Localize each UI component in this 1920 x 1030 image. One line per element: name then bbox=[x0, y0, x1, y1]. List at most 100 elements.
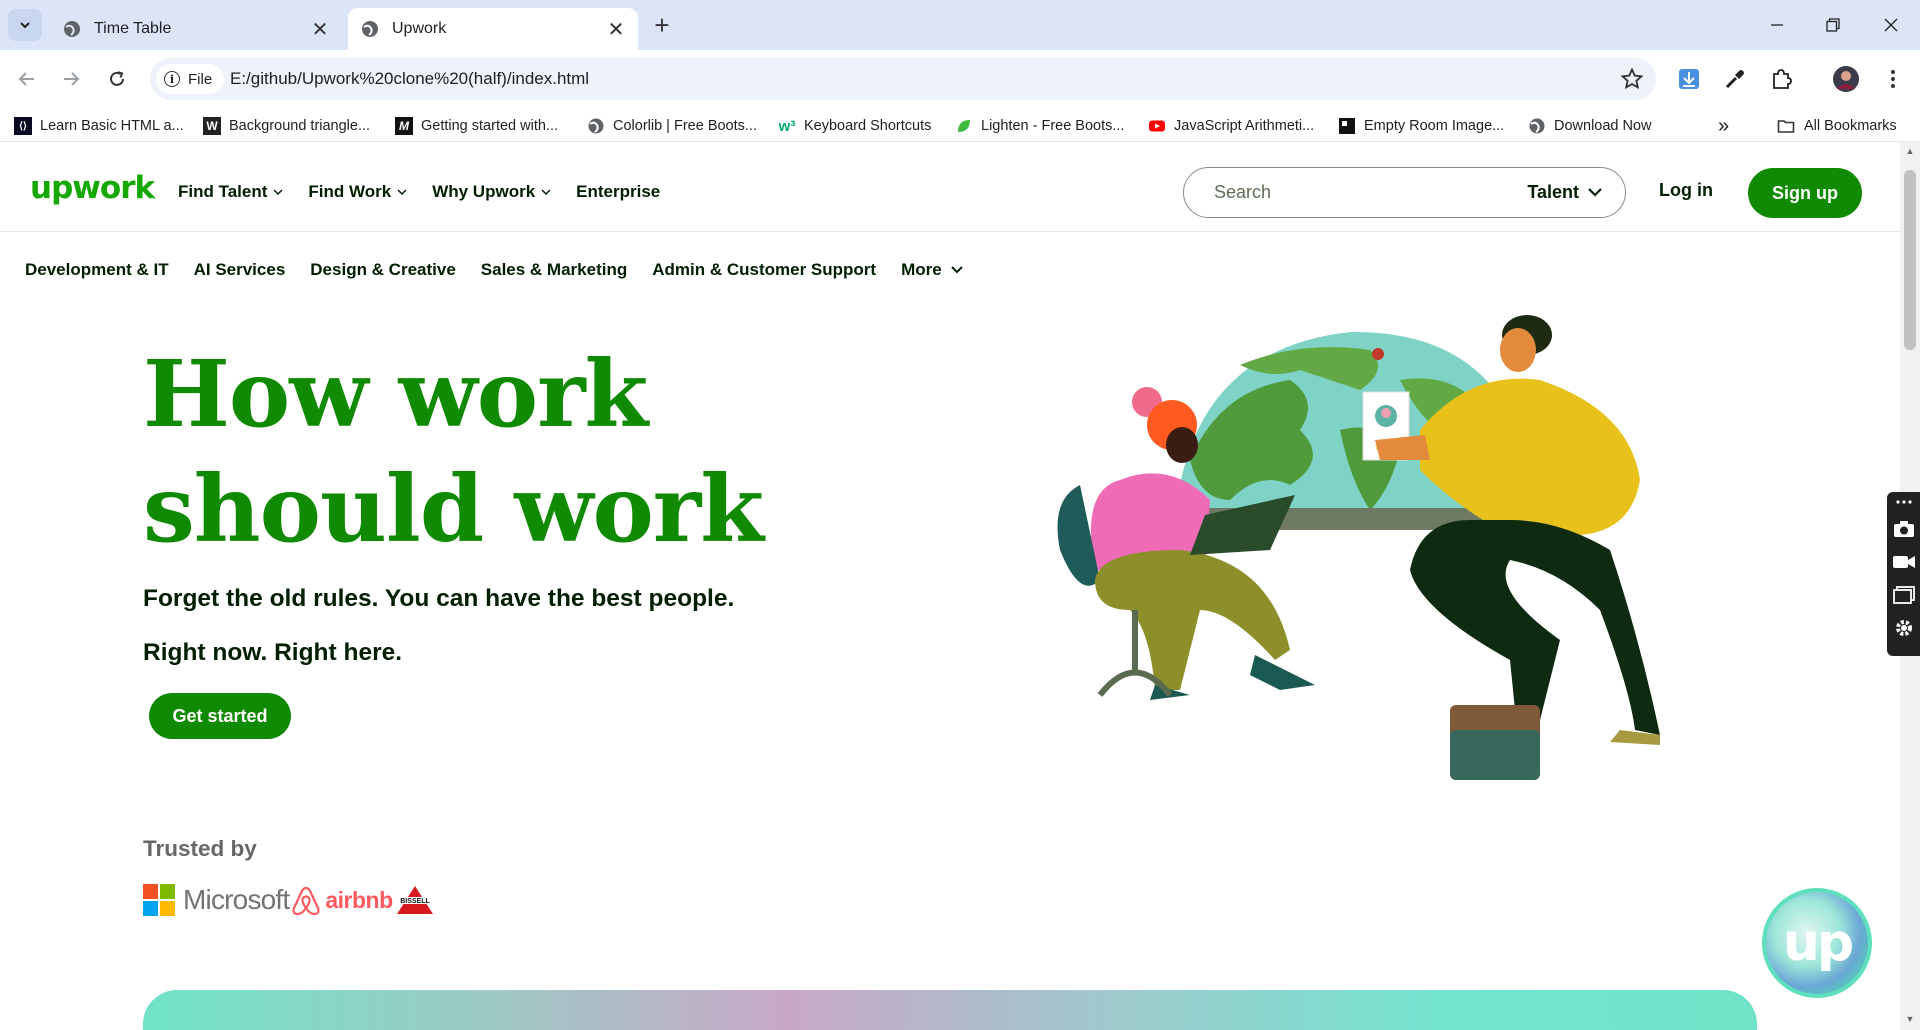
tab-time-table[interactable]: Time Table ✕ bbox=[50, 8, 342, 50]
get-started-button[interactable]: Get started bbox=[149, 693, 291, 739]
category-nav: Development & IT AI Services Design & Cr… bbox=[25, 260, 964, 280]
folder-icon bbox=[1777, 120, 1795, 133]
site-info-chip[interactable]: i File bbox=[156, 64, 225, 94]
settings-gear-icon[interactable] bbox=[1887, 611, 1920, 644]
bookmark-item[interactable]: Empty Room Image... bbox=[1338, 116, 1504, 136]
url-text[interactable]: E:/github/Upwork%20clone%20(half)/index.… bbox=[230, 69, 589, 89]
arrow-right-icon bbox=[64, 72, 80, 86]
download-extension-button[interactable] bbox=[1674, 64, 1704, 94]
bookmark-label: Lighten - Free Boots... bbox=[981, 118, 1125, 134]
nav-label: Enterprise bbox=[576, 182, 661, 201]
eyedropper-icon bbox=[1725, 70, 1744, 89]
nav-why-upwork[interactable]: Why Upwork bbox=[432, 182, 551, 202]
puzzle-icon bbox=[1773, 69, 1792, 89]
hero-subtitle: Right now. Right here. bbox=[143, 639, 403, 666]
bookmark-label: Learn Basic HTML a... bbox=[40, 118, 184, 134]
download-icon bbox=[1679, 69, 1699, 89]
bookmark-star-icon[interactable] bbox=[1620, 67, 1644, 91]
forward-button[interactable] bbox=[56, 64, 86, 94]
scrollbar-thumb[interactable] bbox=[1904, 170, 1916, 350]
category-more[interactable]: More bbox=[901, 260, 964, 280]
bookmark-item[interactable]: W Background triangle... bbox=[203, 116, 370, 136]
camera-icon[interactable] bbox=[1887, 512, 1920, 545]
address-bar[interactable]: i File E:/github/Upwork%20clone%20(half)… bbox=[150, 58, 1656, 100]
signup-button[interactable]: Sign up bbox=[1748, 168, 1862, 218]
bookmark-item[interactable]: JavaScript Arithmeti... bbox=[1148, 116, 1314, 136]
nav-label: Find Work bbox=[308, 182, 392, 201]
all-bookmarks-button[interactable]: All Bookmarks bbox=[1776, 116, 1897, 136]
page-viewport: upwork Find Talent Find Work Why Upwork … bbox=[0, 142, 1900, 1030]
category-development-it[interactable]: Development & IT bbox=[25, 260, 169, 280]
nav-label: Find Talent bbox=[178, 182, 268, 201]
back-button[interactable] bbox=[12, 64, 42, 94]
tab-title: Upwork bbox=[392, 20, 447, 37]
bookmark-item[interactable]: Download Now bbox=[1528, 116, 1652, 136]
close-icon[interactable]: ✕ bbox=[602, 15, 630, 43]
category-sales-marketing[interactable]: Sales & Marketing bbox=[481, 260, 627, 280]
bookmarks-overflow-button[interactable]: » bbox=[1718, 114, 1730, 137]
upwork-chat-badge[interactable]: up bbox=[1762, 888, 1872, 998]
extensions-button[interactable] bbox=[1766, 64, 1796, 94]
search-box: Talent bbox=[1183, 167, 1626, 218]
bookmark-label: Empty Room Image... bbox=[1364, 118, 1505, 134]
more-horizontal-icon[interactable] bbox=[1887, 492, 1920, 512]
bookmark-item[interactable]: M Getting started with... bbox=[395, 116, 558, 136]
bookmark-item[interactable]: Lighten - Free Boots... bbox=[955, 116, 1124, 136]
reload-button[interactable] bbox=[102, 64, 132, 94]
search-input[interactable] bbox=[1214, 182, 1464, 203]
profile-avatar[interactable] bbox=[1831, 64, 1861, 94]
category-admin-support[interactable]: Admin & Customer Support bbox=[652, 260, 876, 280]
chevron-down-icon bbox=[20, 22, 30, 29]
close-window-button[interactable] bbox=[1876, 10, 1906, 40]
youtube-icon bbox=[1149, 120, 1165, 132]
tab-upwork[interactable]: Upwork ✕ bbox=[348, 8, 638, 50]
nav-find-work[interactable]: Find Work bbox=[308, 182, 407, 202]
bookmark-item[interactable]: Colorlib | Free Boots... bbox=[587, 116, 757, 136]
hero-title-line: How work bbox=[143, 340, 648, 448]
badge-label: up bbox=[1782, 913, 1854, 973]
browser-menu-button[interactable] bbox=[1878, 64, 1908, 94]
info-icon: i bbox=[164, 71, 180, 87]
chevron-down-icon bbox=[273, 189, 283, 196]
minimize-icon bbox=[1771, 24, 1783, 26]
category-design-creative[interactable]: Design & Creative bbox=[310, 260, 456, 280]
chevron-down-icon[interactable] bbox=[1587, 184, 1603, 200]
scroll-up-icon[interactable]: ▲ bbox=[1905, 146, 1915, 156]
minimize-button[interactable] bbox=[1762, 10, 1792, 40]
airbnb-logo: airbnb bbox=[325, 886, 393, 913]
tab-search-button[interactable] bbox=[8, 9, 42, 41]
category-ai-services[interactable]: AI Services bbox=[194, 260, 286, 280]
chevron-double-right-icon: » bbox=[1718, 114, 1730, 137]
search-scope-select[interactable]: Talent bbox=[1527, 182, 1579, 203]
new-tab-button[interactable]: + bbox=[648, 12, 676, 40]
scroll-down-icon[interactable]: ▼ bbox=[1905, 1014, 1915, 1024]
tab-title: Time Table bbox=[94, 20, 172, 37]
globe-icon bbox=[1529, 118, 1545, 134]
more-vertical-icon bbox=[1891, 70, 1895, 88]
nav-label: Why Upwork bbox=[432, 182, 536, 201]
eyedropper-extension-button[interactable] bbox=[1720, 64, 1750, 94]
restore-button[interactable] bbox=[1818, 10, 1848, 40]
bookmark-label: Keyboard Shortcuts bbox=[804, 118, 932, 134]
browser-toolbar: i File E:/github/Upwork%20clone%20(half)… bbox=[0, 50, 1920, 108]
nav-find-talent[interactable]: Find Talent bbox=[178, 182, 283, 202]
video-icon[interactable] bbox=[1887, 545, 1920, 578]
hero-subtitle: Forget the old rules. You can have the b… bbox=[143, 585, 735, 612]
promo-banner bbox=[143, 990, 1757, 1030]
globe-icon bbox=[64, 21, 80, 37]
close-icon[interactable]: ✕ bbox=[306, 15, 334, 43]
window-capture-icon[interactable] bbox=[1887, 578, 1920, 611]
trusted-logos: Microsoft airbnb BISSELL bbox=[143, 882, 437, 918]
restore-icon bbox=[1826, 18, 1840, 32]
bookmark-item[interactable]: w³ Keyboard Shortcuts bbox=[778, 116, 932, 136]
square-icon bbox=[1339, 118, 1355, 134]
upwork-logo[interactable]: upwork bbox=[30, 170, 155, 206]
bookmark-item[interactable]: ⟨⟩ Learn Basic HTML a... bbox=[14, 116, 184, 136]
avatar-icon bbox=[1833, 66, 1859, 92]
browser-tabbar: Time Table ✕ Upwork ✕ + bbox=[0, 0, 1920, 50]
hero-title: How work should work bbox=[143, 337, 843, 567]
code-icon: ⟨⟩ bbox=[14, 117, 32, 135]
nav-enterprise[interactable]: Enterprise bbox=[576, 182, 660, 202]
login-link[interactable]: Log in bbox=[1659, 180, 1713, 201]
screen-capture-toolbar bbox=[1887, 492, 1920, 656]
